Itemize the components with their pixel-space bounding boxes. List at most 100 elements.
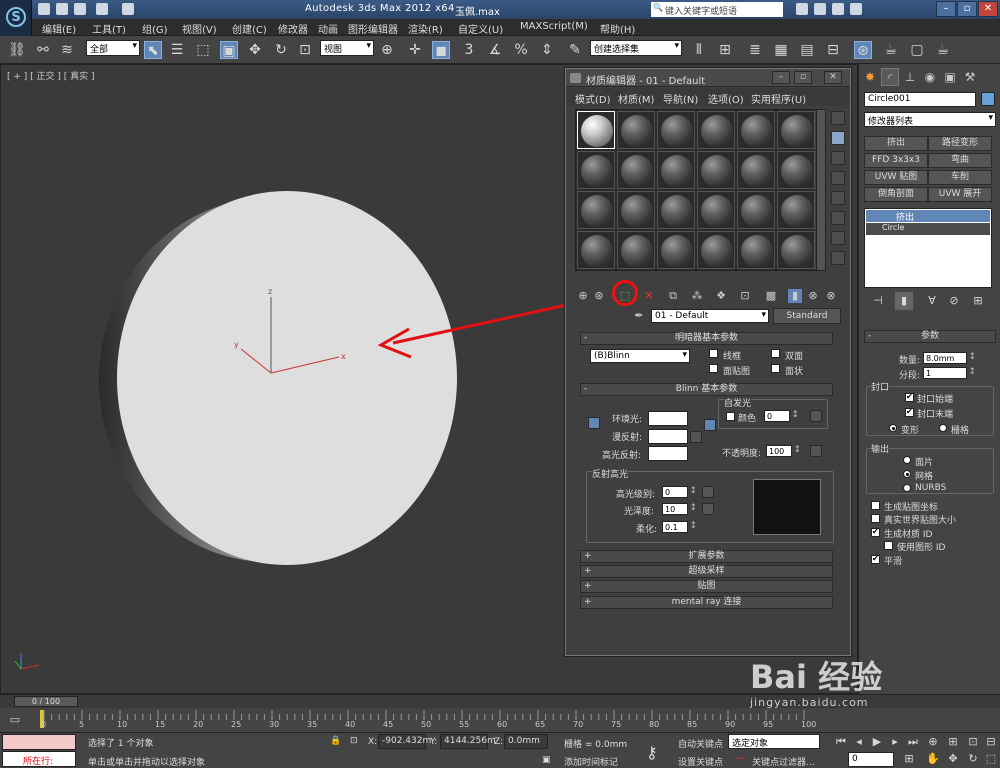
zoom-all-icon[interactable]: ⊞	[944, 733, 962, 751]
make-unique-icon[interactable]: ⁂	[690, 289, 704, 303]
me-menu-utilities[interactable]: 实用程序(U)	[751, 91, 806, 106]
lock-selection-icon[interactable]: 🔒	[330, 736, 341, 746]
self-illum-map-button[interactable]	[810, 410, 822, 422]
pin-stack-icon[interactable]: ⊣	[869, 292, 887, 310]
schematic-view-icon[interactable]: ⊟	[824, 41, 842, 59]
z-coord-field[interactable]: 0.0mm	[504, 734, 548, 749]
pan-icon[interactable]: ✥	[944, 750, 962, 768]
morph-radio[interactable]	[889, 424, 897, 432]
me-maximize-button[interactable]: ▫	[794, 71, 812, 84]
extrude-button[interactable]: 挤出	[864, 136, 928, 151]
render-icon[interactable]: ☕	[934, 41, 952, 59]
gen-map-coords-checkbox[interactable]	[871, 501, 880, 510]
soften-spinner[interactable]: 0.1	[662, 521, 697, 533]
show-map-icon[interactable]: ▩	[764, 289, 778, 303]
layer-manager-icon[interactable]: ≣	[746, 41, 764, 59]
modifier-list-select[interactable]: 修改器列表	[864, 112, 996, 127]
sample-slot[interactable]	[697, 151, 735, 189]
amount-spinner[interactable]: 8.0mm	[923, 352, 976, 364]
sample-slot[interactable]	[617, 231, 655, 269]
glossiness-map-button[interactable]	[702, 503, 714, 515]
rotate-icon[interactable]: ↻	[272, 41, 290, 59]
hierarchy-tab-icon[interactable]: ⊥	[901, 68, 919, 86]
help-icon[interactable]	[850, 3, 862, 15]
sample-slot[interactable]	[737, 191, 775, 229]
object-color-swatch[interactable]	[981, 92, 995, 106]
goto-start-icon[interactable]: ⏮	[832, 733, 850, 751]
sample-slot[interactable]	[697, 191, 735, 229]
auto-key-button[interactable]: 自动关键点	[678, 737, 723, 750]
menu-tools[interactable]: 工具(T)	[92, 21, 126, 36]
segments-spinner[interactable]: 1	[923, 367, 976, 379]
play-icon[interactable]: ▶	[868, 733, 886, 751]
sample-slot[interactable]	[777, 191, 815, 229]
make-preview-icon[interactable]	[831, 211, 845, 225]
material-name-field[interactable]: 01 - Default	[651, 309, 769, 323]
sample-slot[interactable]	[577, 231, 615, 269]
align-icon[interactable]: ⊞	[716, 41, 734, 59]
make-copy-icon[interactable]: ⧉	[666, 289, 680, 303]
use-shape-ids-checkbox[interactable]	[884, 541, 893, 550]
material-editor-window[interactable]: 材质编辑器 - 01 - Default – ▫ ✕ 模式(D) 材质(M) 导…	[565, 68, 851, 656]
shader-params-rollout[interactable]: - 明暗器基本参数	[580, 332, 833, 345]
sample-slot[interactable]	[737, 111, 775, 149]
menu-modifiers[interactable]: 修改器	[278, 21, 308, 36]
time-config-icon[interactable]: ⊞	[900, 750, 918, 768]
spec-level-map-button[interactable]	[702, 486, 714, 498]
redo-icon[interactable]	[122, 3, 134, 15]
set-key-icon[interactable]: ⚷	[646, 743, 658, 762]
sample-slot[interactable]	[617, 111, 655, 149]
uvw-unwrap-button[interactable]: UVW 展开	[928, 187, 992, 202]
selection-filter-select[interactable]: 全部	[86, 40, 140, 56]
zoom-icon[interactable]: ⊕	[924, 733, 942, 751]
background-icon[interactable]	[831, 151, 845, 165]
save-file-icon[interactable]	[74, 3, 86, 15]
motion-tab-icon[interactable]: ◉	[921, 68, 939, 86]
key-filters-button[interactable]: 关键点过滤器...	[752, 755, 815, 768]
configure-sets-icon[interactable]: ⊞	[969, 292, 987, 310]
spinner-snap-icon[interactable]: ⇕	[538, 41, 556, 59]
rect-selection-icon[interactable]: ⬚	[194, 41, 212, 59]
me-menu-material[interactable]: 材质(M)	[618, 91, 654, 106]
maxscript-listener[interactable]	[2, 734, 76, 750]
diffuse-map-button[interactable]	[690, 431, 702, 443]
select-manipulate-icon[interactable]: ✛	[406, 41, 424, 59]
stack-item-circle[interactable]: Circle	[866, 223, 990, 235]
mesh-radio[interactable]	[903, 470, 911, 478]
new-file-icon[interactable]	[38, 3, 50, 15]
faceted-checkbox[interactable]	[771, 364, 780, 373]
material-editor-titlebar[interactable]: 材质编辑器 - 01 - Default – ▫ ✕	[566, 69, 850, 87]
show-end-result-stack-icon[interactable]: ▮	[895, 292, 913, 310]
sample-slot[interactable]	[617, 151, 655, 189]
options-icon[interactable]	[831, 231, 845, 245]
cap-end-checkbox[interactable]	[905, 407, 914, 417]
modify-tab-icon[interactable]: ◜	[881, 68, 899, 86]
percent-snap-icon[interactable]: %	[512, 41, 530, 59]
mini-curve-editor-icon[interactable]: ▭	[6, 711, 24, 729]
face-map-checkbox[interactable]	[709, 364, 718, 373]
real-world-checkbox[interactable]	[871, 514, 880, 523]
app-logo[interactable]: S	[0, 0, 32, 36]
open-file-icon[interactable]	[56, 3, 68, 15]
uvw-map-button[interactable]: UVW 贴图	[864, 170, 928, 185]
maps-rollout[interactable]: + 贴图	[580, 580, 833, 593]
lock-ambient-diffuse-icon[interactable]	[588, 417, 600, 429]
backlight-icon[interactable]	[831, 131, 845, 145]
create-tab-icon[interactable]: ✸	[861, 68, 879, 86]
opacity-map-button[interactable]	[810, 445, 822, 457]
uv-tiling-icon[interactable]	[831, 171, 845, 185]
smooth-checkbox[interactable]	[871, 554, 880, 564]
search-icon[interactable]	[796, 3, 808, 15]
sample-slot[interactable]	[737, 151, 775, 189]
video-color-check-icon[interactable]	[831, 191, 845, 205]
snap-3d-icon[interactable]: 3	[460, 41, 478, 59]
next-frame-icon[interactable]: ▸	[886, 733, 904, 751]
sample-slot[interactable]	[697, 231, 735, 269]
self-illum-color-checkbox[interactable]	[726, 412, 735, 421]
select-object-icon[interactable]: ⬉	[144, 41, 162, 59]
material-type-button[interactable]: Standard	[773, 308, 841, 324]
me-minimize-button[interactable]: –	[772, 71, 790, 84]
sample-slot[interactable]	[697, 111, 735, 149]
material-editor-icon[interactable]: ⊛	[854, 41, 872, 59]
modifier-stack[interactable]: 挤出 Circle	[864, 208, 992, 288]
